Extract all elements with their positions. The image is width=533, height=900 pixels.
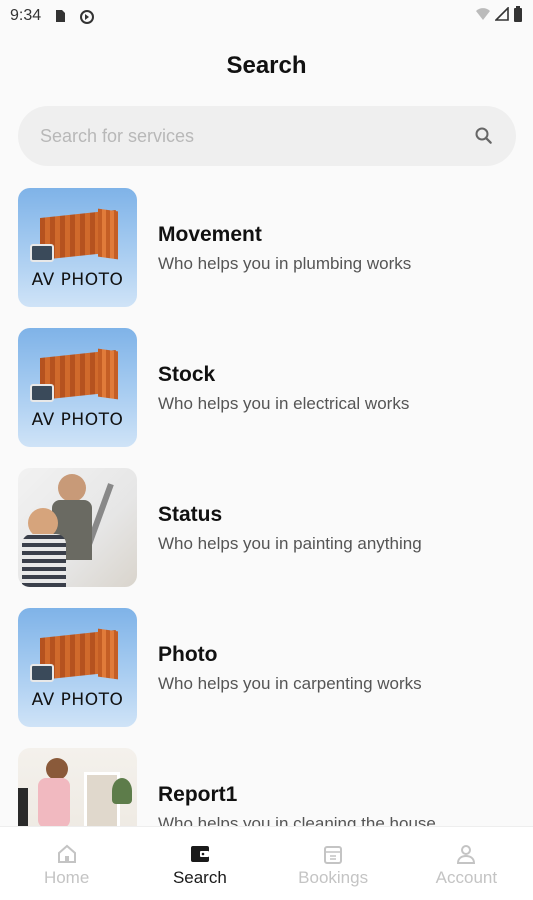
nav-home[interactable]: Home [0,827,133,900]
list-item[interactable]: Status Who helps you in painting anythin… [18,468,518,608]
nav-label: Home [43,868,90,887]
signal-icon [494,5,509,26]
nav-label: Search [172,868,227,887]
nav-label: Account [435,868,498,887]
service-text: Stock Who helps you in electrical works [158,328,409,414]
nav-label: Bookings [298,868,369,887]
service-text: Photo Who helps you in carpenting works [158,608,422,694]
wifi-icon [475,7,491,26]
search-icon[interactable] [474,126,494,146]
page-title: Search [226,52,307,79]
search-placeholder: Search for services [40,125,195,146]
thumbnail-label: AV PHOTO [31,410,124,430]
search-input[interactable]: Search for services [18,106,516,166]
service-text: Movement Who helps you in plumbing works [158,188,411,274]
av-photo-thumbnail: AV PHOTO [18,608,137,727]
service-description: Who helps you in plumbing works [158,254,412,273]
list-item[interactable]: AV PHOTO Stock Who helps you in electric… [18,328,518,468]
thumbnail-label: AV PHOTO [31,690,124,710]
status-bar: 9:34 [0,0,533,32]
battery-icon [513,5,523,27]
sd-card-icon [53,9,67,23]
service-description: Who helps you in carpenting works [158,674,422,693]
av-photo-thumbnail: AV PHOTO [18,328,137,447]
list-item[interactable]: AV PHOTO Movement Who helps you in plumb… [18,188,518,328]
sync-icon [79,9,95,24]
av-photo-thumbnail: AV PHOTO [18,188,137,307]
person-icon [455,843,477,865]
service-name: Report1 [158,783,238,806]
thumbnail-label: AV PHOTO [31,270,124,290]
service-name: Status [158,503,223,526]
service-name: Stock [158,363,216,386]
bottom-nav: Home Search Bookings Account [0,826,533,900]
status-left: 9:34 [10,7,95,25]
painting-thumbnail [18,468,137,587]
wallet-icon [189,843,211,865]
status-time: 9:34 [10,7,42,24]
service-text: Status Who helps you in painting anythin… [158,468,422,554]
camera-icon [30,664,54,682]
service-description: Who helps you in electrical works [158,394,410,413]
list-item[interactable]: AV PHOTO Photo Who helps you in carpenti… [18,608,518,748]
home-icon [56,843,78,865]
service-text: Report1 Who helps you in cleaning the ho… [158,748,436,834]
service-description: Who helps you in painting anything [158,534,422,553]
search-screen: 9:34 Search Search for services AV PHOTO… [0,0,533,900]
nav-account[interactable]: Account [400,827,533,900]
service-name: Movement [158,223,262,246]
calendar-icon [322,843,344,865]
camera-icon [30,244,54,262]
service-list: AV PHOTO Movement Who helps you in plumb… [18,188,518,888]
nav-bookings[interactable]: Bookings [267,827,400,900]
status-right [475,5,523,27]
nav-search[interactable]: Search [133,827,266,900]
camera-icon [30,384,54,402]
service-name: Photo [158,643,218,666]
